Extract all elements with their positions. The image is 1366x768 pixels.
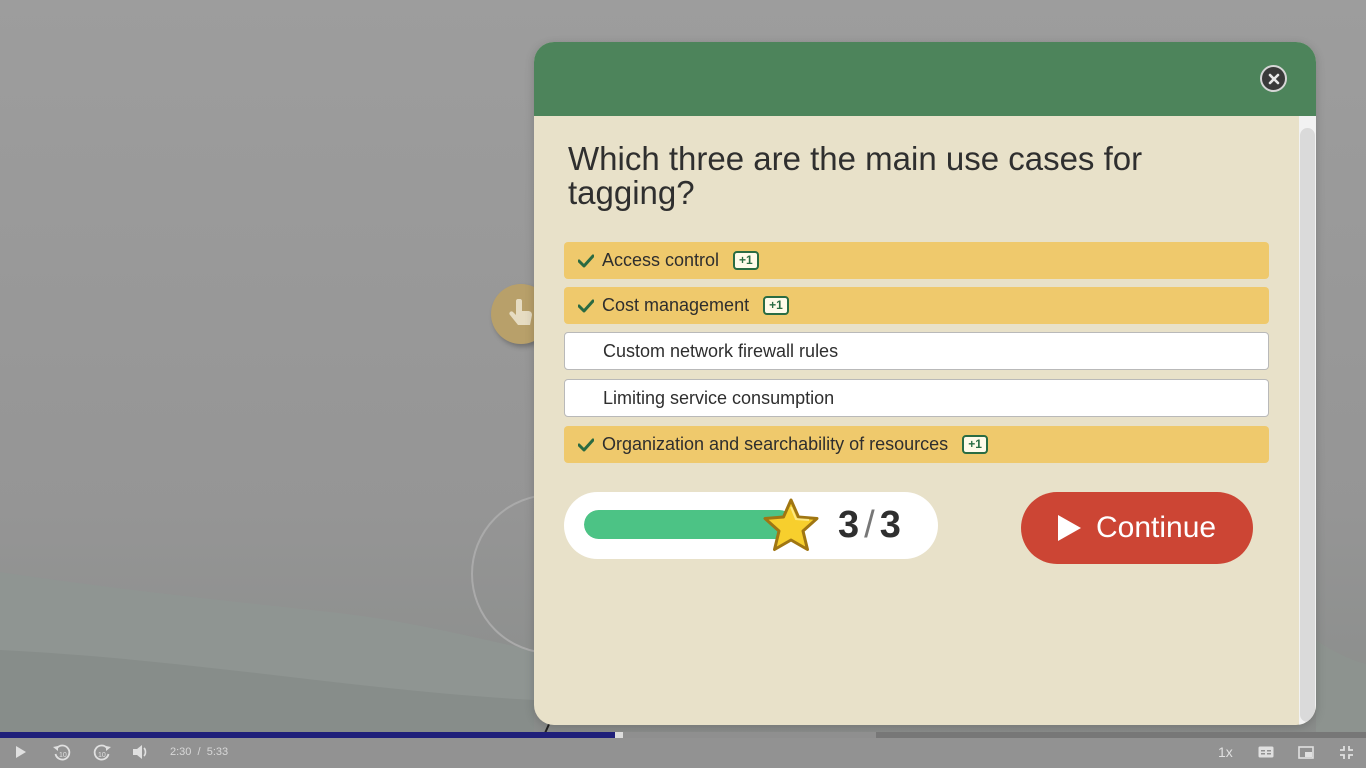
exit-fullscreen-icon[interactable] [1340,746,1353,759]
time-display: 2:30 / 5:33 [170,746,228,758]
check-icon [578,438,594,451]
forward-10-icon[interactable]: 10 [92,743,112,763]
close-button[interactable] [1260,65,1287,92]
picture-in-picture-icon[interactable] [1298,746,1314,759]
answer-label: Custom network firewall rules [603,340,839,361]
modal-header [534,42,1316,116]
current-time: 2:30 [170,746,192,758]
score-readout: 3/3 [838,504,902,546]
answer-option-limiting-service-consumption[interactable]: Limiting service consumption [564,379,1269,417]
modal-scrollbar[interactable] [1299,116,1316,725]
answer-label: Organization and searchability of resour… [602,434,949,454]
play-icon[interactable] [14,744,28,760]
check-icon [578,254,594,267]
player-controls: 10 10 2:30 / 5:33 1x [0,738,1366,768]
answer-label: Access control [602,250,720,270]
score-panel: 3/3 [564,492,938,559]
rewind-10-icon[interactable]: 10 [52,743,72,763]
points-badge: +1 [962,435,988,454]
close-icon [1268,73,1279,84]
continue-button[interactable]: Continue [1021,492,1253,564]
star-icon [763,498,819,551]
svg-text:10: 10 [59,752,67,759]
scrollbar-thumb[interactable] [1300,128,1315,722]
volume-icon[interactable] [132,744,150,760]
playback-speed-button[interactable]: 1x [1218,744,1233,760]
play-icon [1058,515,1081,541]
svg-text:10: 10 [98,752,106,759]
answer-option-custom-firewall-rules[interactable]: Custom network firewall rules [564,332,1269,370]
answer-option-organization-searchability[interactable]: Organization and searchability of resour… [564,426,1269,463]
question-text: Which three are the main use cases for t… [568,140,1143,211]
duration: 5:33 [206,746,229,758]
points-badge: +1 [733,251,759,270]
answer-option-cost-management[interactable]: Cost management +1 [564,287,1269,324]
quiz-modal: Which three are the main use cases for t… [534,42,1316,725]
continue-label: Continue [1096,511,1217,544]
check-icon [578,299,594,312]
time-separator: / [197,746,201,758]
answer-option-access-control[interactable]: Access control +1 [564,242,1269,279]
captions-icon[interactable] [1258,746,1274,758]
score-total: 3 [879,504,902,546]
points-badge: +1 [763,296,789,315]
answer-label: Cost management [602,295,750,315]
score-earned: 3 [838,504,861,546]
answer-label: Limiting service consumption [603,387,835,408]
